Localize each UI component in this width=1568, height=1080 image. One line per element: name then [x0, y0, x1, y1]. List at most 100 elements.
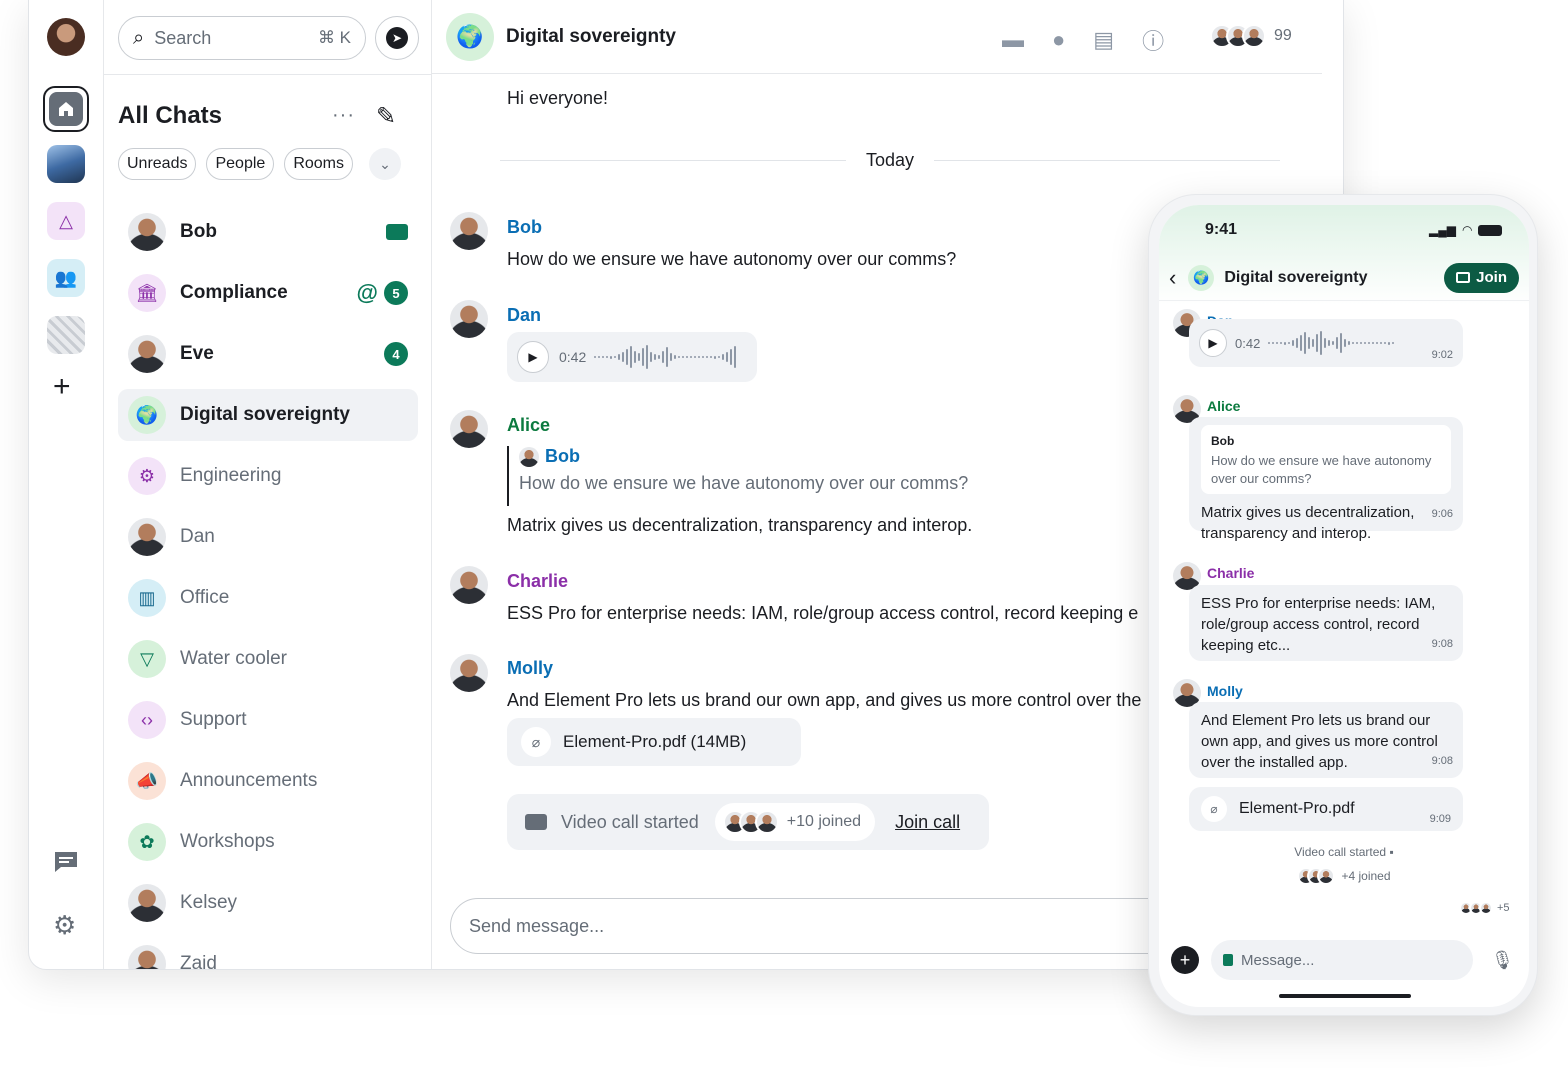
explore-button[interactable]: ➤: [375, 16, 419, 60]
room-item-eve[interactable]: Eve 4: [118, 328, 418, 380]
member-list-button[interactable]: 99: [1210, 24, 1292, 48]
room-item-office[interactable]: ▥ Office: [118, 572, 418, 624]
file-name: Element-Pro.pdf: [1239, 800, 1355, 817]
call-text: Video call started: [561, 811, 699, 832]
room-item-support[interactable]: ‹› Support: [118, 694, 418, 746]
more-options-icon[interactable]: ···: [332, 104, 355, 127]
room-item-dan[interactable]: Dan: [118, 511, 418, 563]
message-bubble: ESS Pro for enterprise needs: IAM, role/…: [1189, 585, 1463, 661]
waveform[interactable]: [1268, 327, 1395, 359]
space-people[interactable]: 👥: [47, 259, 85, 297]
file-name: Element-Pro.pdf (14MB): [563, 732, 747, 751]
search-input[interactable]: ⌕ Search ⌘ K: [118, 16, 366, 60]
message-body: And Element Pro lets us brand our own ap…: [1201, 712, 1438, 771]
sender-name[interactable]: Charlie: [1207, 565, 1254, 581]
sender-name[interactable]: Molly: [507, 658, 553, 679]
avatar[interactable]: [450, 212, 488, 250]
sender-name[interactable]: Alice: [507, 415, 550, 436]
waveform[interactable]: [594, 341, 737, 373]
filter-people[interactable]: People: [206, 148, 275, 180]
waveform-bar: [1276, 342, 1279, 344]
room-item-zaid[interactable]: Zaid: [118, 938, 418, 969]
play-icon[interactable]: ▶: [517, 341, 549, 373]
sender-name[interactable]: Bob: [507, 217, 542, 238]
room-name: Water cooler: [180, 648, 287, 669]
home-icon: [49, 92, 83, 126]
join-call-button[interactable]: Join call: [895, 812, 960, 833]
avatar[interactable]: [450, 654, 488, 692]
room-name: Engineering: [180, 465, 282, 486]
message-body: How do we ensure we have autonomy over o…: [507, 249, 957, 269]
room-name: Office: [180, 587, 230, 608]
info-icon[interactable]: ⓘ: [1142, 24, 1164, 56]
file-attachment[interactable]: ⌀ Element-Pro.pdf 9:09: [1189, 787, 1463, 831]
waveform-bar: [658, 355, 661, 359]
avatar: [128, 213, 166, 251]
divider: [104, 74, 432, 75]
code-icon: ‹›: [128, 701, 166, 739]
back-icon[interactable]: ‹: [1169, 265, 1176, 291]
space-building[interactable]: [47, 145, 85, 183]
mobile-room-title[interactable]: Digital sovereignty: [1224, 269, 1367, 287]
read-receipts[interactable]: +5: [1459, 901, 1510, 915]
waveform-bar: [1304, 332, 1307, 354]
room-item-kelsey[interactable]: Kelsey: [118, 877, 418, 929]
waveform-bar: [654, 354, 657, 360]
join-button[interactable]: Join: [1444, 262, 1519, 293]
file-attachment[interactable]: ⌀ Element-Pro.pdf (14MB): [507, 718, 801, 766]
reply-quote[interactable]: Bob How do we ensure we have autonomy ov…: [507, 446, 968, 506]
room-title[interactable]: Digital sovereignty: [506, 26, 676, 48]
room-item-workshops[interactable]: ✿ Workshops: [118, 816, 418, 868]
filter-rooms[interactable]: Rooms: [284, 148, 353, 180]
workshop-icon: ✿: [128, 823, 166, 861]
room-item-announcements[interactable]: 📣 Announcements: [118, 755, 418, 807]
play-icon[interactable]: ▶: [1199, 329, 1227, 357]
battery-icon: [1478, 224, 1503, 236]
space-map[interactable]: [47, 316, 85, 354]
sender-name[interactable]: Dan: [507, 305, 541, 326]
space-shapes[interactable]: △: [47, 202, 85, 240]
avatar[interactable]: [450, 410, 488, 448]
waveform-bar: [642, 348, 645, 366]
user-avatar[interactable]: [47, 18, 85, 56]
waveform-bar: [594, 356, 597, 358]
sender-name[interactable]: Molly: [1207, 683, 1243, 699]
add-space-button[interactable]: +: [53, 372, 71, 402]
date-label: Today: [865, 150, 915, 170]
home-space-button[interactable]: [43, 86, 89, 132]
video-call-icon[interactable]: ▬: [1002, 27, 1024, 53]
room-item-water-cooler[interactable]: ▽ Water cooler: [118, 633, 418, 685]
waveform-bar: [1364, 342, 1367, 344]
room-item-bob[interactable]: Bob: [118, 206, 418, 258]
compose-icon[interactable]: ✎: [376, 102, 396, 131]
microphone-icon[interactable]: 🎙: [1491, 950, 1514, 971]
waveform-bar: [622, 352, 625, 362]
message-input[interactable]: Message...: [1211, 940, 1473, 980]
globe-icon[interactable]: 🌍: [446, 12, 494, 61]
chat-bubble-icon[interactable]: ●: [1052, 27, 1065, 53]
room-name: Eve: [180, 343, 214, 364]
threads-icon[interactable]: ▤: [1093, 27, 1114, 53]
waveform-bar: [726, 352, 729, 362]
avatar[interactable]: [450, 300, 488, 338]
message-time: 9:06: [1431, 508, 1453, 520]
plus-icon[interactable]: +: [1171, 946, 1199, 974]
message-bubble: And Element Pro lets us brand our own ap…: [1189, 702, 1463, 778]
room-item-digital-sovereignty[interactable]: 🌍 Digital sovereignty: [118, 389, 418, 441]
composer-placeholder: Message...: [1241, 951, 1315, 969]
chevron-down-icon[interactable]: ⌄: [369, 148, 401, 180]
voice-duration: 0:42: [559, 349, 587, 365]
shapes-icon: △: [59, 210, 73, 231]
room-item-engineering[interactable]: ⚙ Engineering: [118, 450, 418, 502]
joined-count: +10 joined: [786, 813, 862, 830]
threads-icon[interactable]: [53, 850, 79, 874]
filter-unreads[interactable]: Unreads: [118, 148, 197, 180]
reply-quote[interactable]: Bob How do we ensure we have autonomy ov…: [1201, 425, 1451, 494]
sender-name[interactable]: Alice: [1207, 398, 1240, 414]
gear-icon[interactable]: ⚙: [53, 910, 76, 941]
avatar[interactable]: [450, 566, 488, 604]
room-item-compliance[interactable]: 🏛 Compliance @ 5: [118, 267, 418, 319]
waveform-bar: [730, 349, 733, 365]
waveform-bar: [1288, 342, 1291, 344]
sender-name[interactable]: Charlie: [507, 571, 568, 592]
